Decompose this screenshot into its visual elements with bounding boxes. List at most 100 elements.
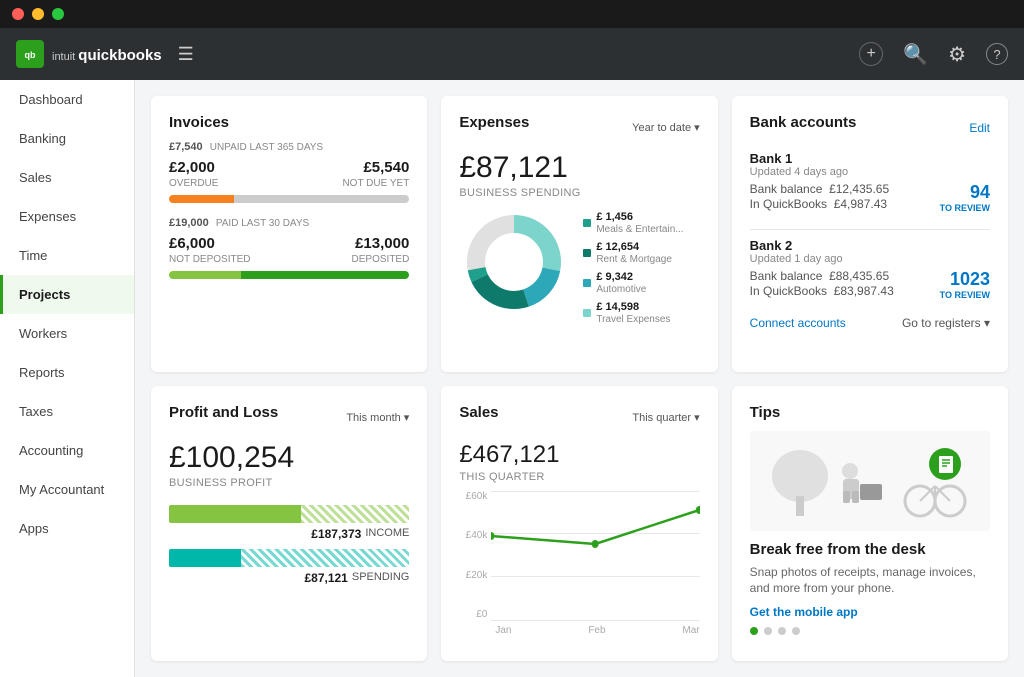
sales-line-chart: [491, 491, 699, 621]
tips-card: Tips: [732, 386, 1008, 662]
bank1-balance-row: Bank balance £12,435.65 In QuickBooks £4…: [750, 182, 990, 213]
expenses-card: Expenses Year to date ▾ £87,121 BUSINESS…: [441, 96, 717, 372]
chart-container: £60k £40k £20k £0: [459, 491, 699, 621]
overdue-left: £2,000: [169, 159, 215, 176]
sales-period-dropdown[interactable]: This quarter ▾: [632, 411, 699, 424]
help-icon[interactable]: ?: [986, 43, 1008, 65]
not-deposited-left: £6,000: [169, 235, 215, 252]
spending-label-row: £87,121 SPENDING: [169, 571, 409, 585]
expenses-period-dropdown[interactable]: Year to date ▾: [632, 121, 700, 134]
not-due-right: £5,540: [363, 159, 409, 176]
sidebar-item-reports[interactable]: Reports: [0, 353, 134, 392]
expenses-title: Expenses: [459, 114, 529, 131]
bank1-amounts: Bank balance £12,435.65 In QuickBooks £4…: [750, 182, 889, 212]
spending-bar-row: [169, 549, 409, 567]
sidebar-item-accounting[interactable]: Accounting: [0, 431, 134, 470]
sales-chart: £60k £40k £20k £0: [459, 491, 699, 636]
bank-accounts-header: Bank accounts Edit: [750, 114, 990, 141]
maximize-button[interactable]: [52, 8, 64, 20]
spending-amount: £87,121: [304, 571, 347, 585]
bank2-review: 1023 TO REVIEW: [940, 269, 990, 300]
not-deposited-amount: £6,000: [169, 235, 215, 252]
deposited-right: £13,000: [355, 235, 409, 252]
not-due-bar-fill: [234, 195, 409, 203]
logo: qb intuit quickbooks: [16, 40, 162, 68]
income-bar-solid: [169, 505, 301, 523]
bank1-name: Bank 1: [750, 151, 990, 166]
spending-bar-solid: [169, 549, 241, 567]
bank1-updated: Updated 4 days ago: [750, 166, 990, 178]
chart-area: [491, 491, 699, 621]
connect-accounts-link[interactable]: Connect accounts: [750, 316, 846, 330]
bank2-name: Bank 2: [750, 238, 990, 253]
y-axis: £60k £40k £20k £0: [459, 491, 491, 621]
close-button[interactable]: [12, 8, 24, 20]
deposited-row: £6,000 £13,000: [169, 235, 409, 252]
expenses-big-amount: £87,121: [459, 151, 699, 185]
bank1-review-count: 94: [940, 182, 990, 203]
income-bar-hatch: [301, 505, 409, 523]
deposited-bar-fill: [241, 271, 409, 279]
overdue-amount: £2,000: [169, 159, 215, 176]
spending-bar-hatch: [241, 549, 409, 567]
sidebar-item-taxes[interactable]: Taxes: [0, 392, 134, 431]
bank2-balance-row: Bank balance £88,435.65 In QuickBooks £8…: [750, 269, 990, 300]
sidebar-item-projects[interactable]: Projects: [0, 275, 134, 314]
sales-subtitle: THIS QUARTER: [459, 471, 699, 483]
tips-cta-link[interactable]: Get the mobile app: [750, 605, 990, 619]
legend-dot-auto: [583, 279, 591, 287]
bank-accounts-card: Bank accounts Edit Bank 1 Updated 4 days…: [732, 96, 1008, 372]
sidebar-item-expenses[interactable]: Expenses: [0, 197, 134, 236]
overdue-bar-fill: [169, 195, 234, 203]
x-axis: Jan Feb Mar: [495, 625, 699, 636]
sidebar-item-time[interactable]: Time: [0, 236, 134, 275]
menu-button[interactable]: ☰: [178, 44, 194, 65]
tips-dot-3[interactable]: [778, 627, 786, 635]
bank-accounts-title: Bank accounts: [750, 114, 857, 131]
add-icon[interactable]: +: [859, 42, 883, 66]
unpaid-label: £7,540 UNPAID LAST 365 DAYS: [169, 141, 409, 153]
spending-label: SPENDING: [352, 571, 409, 585]
legend-dot-rent: [583, 249, 591, 257]
sidebar-item-workers[interactable]: Workers: [0, 314, 134, 353]
not-due-label: NOT DUE YET: [342, 178, 409, 189]
titlebar: [0, 0, 1024, 28]
header: qb intuit quickbooks ☰ + 🔍 ⚙ ?: [0, 28, 1024, 80]
settings-icon[interactable]: ⚙: [948, 42, 966, 67]
sidebar-item-sales[interactable]: Sales: [0, 158, 134, 197]
legend-item-travel: £ 14,598 Travel Expenses: [583, 301, 683, 325]
sidebar-item-my-accountant[interactable]: My Accountant: [0, 470, 134, 509]
legend-item-rent: £ 12,654 Rent & Mortgage: [583, 241, 683, 265]
sales-card: Sales This quarter ▾ £467,121 THIS QUART…: [441, 386, 717, 662]
profit-loss-card: Profit and Loss This month ▾ £100,254 BU…: [151, 386, 427, 662]
minimize-button[interactable]: [32, 8, 44, 20]
expenses-header: Expenses Year to date ▾: [459, 114, 699, 141]
tips-dot-4[interactable]: [792, 627, 800, 635]
sidebar-item-apps[interactable]: Apps: [0, 509, 134, 548]
search-icon[interactable]: 🔍: [903, 42, 928, 67]
sidebar-item-banking[interactable]: Banking: [0, 119, 134, 158]
bank2-review-count: 1023: [940, 269, 990, 290]
logo-icon: qb: [16, 40, 44, 68]
bank2-review-label: TO REVIEW: [940, 290, 990, 300]
invoices-card: Invoices £7,540 UNPAID LAST 365 DAYS £2,…: [151, 96, 427, 372]
pnl-period-dropdown[interactable]: This month ▾: [346, 411, 409, 424]
sales-big-amount: £467,121: [459, 441, 699, 469]
header-right: + 🔍 ⚙ ?: [859, 42, 1008, 67]
bank1-review: 94 TO REVIEW: [940, 182, 990, 213]
tips-dot-2[interactable]: [764, 627, 772, 635]
bank2-amounts: Bank balance £88,435.65 In QuickBooks £8…: [750, 269, 894, 299]
expenses-subtitle: BUSINESS SPENDING: [459, 187, 699, 199]
legend-dot-meals: [583, 219, 591, 227]
main: Dashboard Banking Sales Expenses Time Pr…: [0, 80, 1024, 677]
bank1-review-label: TO REVIEW: [940, 203, 990, 213]
go-to-registers-link[interactable]: Go to registers ▾: [902, 316, 990, 330]
edit-link[interactable]: Edit: [969, 121, 990, 135]
invoices-title: Invoices: [169, 114, 409, 131]
sidebar-item-dashboard[interactable]: Dashboard: [0, 80, 134, 119]
income-bar-track: [169, 505, 409, 523]
paid-sublabel: PAID LAST 30 DAYS: [216, 218, 309, 229]
tips-dot-1[interactable]: [750, 627, 758, 635]
connect-row: Connect accounts Go to registers ▾: [750, 316, 990, 330]
legend-item-auto: £ 9,342 Automotive: [583, 271, 683, 295]
